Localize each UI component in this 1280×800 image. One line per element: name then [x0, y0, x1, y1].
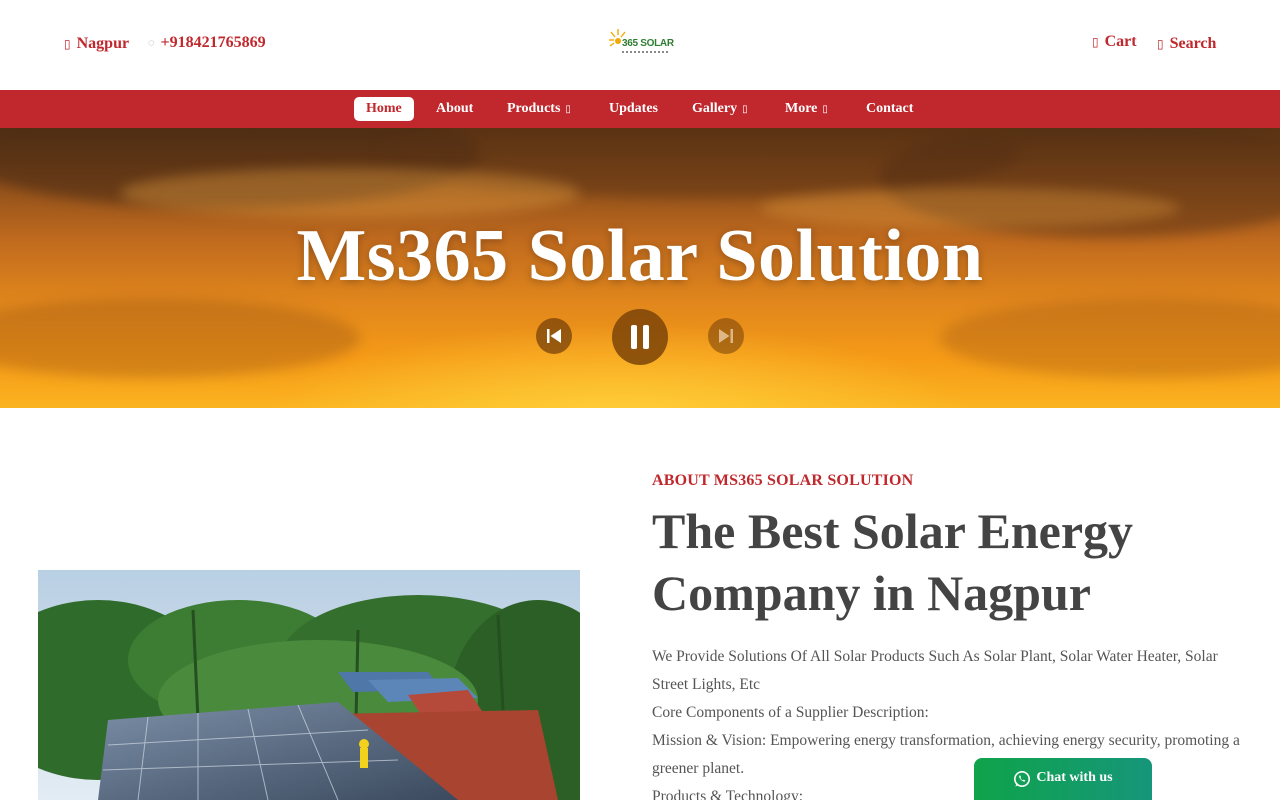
nav-updates[interactable]: Updates: [609, 90, 658, 128]
nav-more[interactable]: More ▯: [785, 90, 828, 128]
nav-more-label: More: [785, 101, 818, 116]
phone-link[interactable]: ◌ +918421765869: [148, 34, 266, 52]
about-heading-line2: Company in Nagpur: [652, 565, 1091, 621]
nav-updates-label: Updates: [609, 101, 659, 116]
nav-about[interactable]: About: [436, 90, 473, 128]
slider-prev-button[interactable]: [536, 318, 572, 354]
hero-slider: Ms365 Solar Solution: [0, 128, 1280, 408]
solar-rooftop-photo: [38, 570, 580, 800]
nav-home-label: Home: [366, 101, 402, 116]
cart-icon: ▯: [1092, 34, 1099, 49]
location-label: Nagpur: [76, 35, 130, 52]
phone-icon: ◌: [148, 37, 155, 49]
site-logo[interactable]: 365 SOLAR: [608, 28, 674, 58]
nav-products[interactable]: Products ▯: [507, 90, 571, 128]
slider-pause-button[interactable]: [612, 309, 668, 365]
logo-wordmark: 365 SOLAR: [622, 38, 674, 49]
location-link[interactable]: ▯ Nagpur: [64, 35, 129, 53]
pause-icon: [631, 325, 649, 349]
search-label: Search: [1169, 35, 1217, 52]
nav-gallery[interactable]: Gallery ▯: [692, 90, 748, 128]
about-heading-line1: The Best Solar Energy: [652, 503, 1134, 559]
phone-number: +918421765869: [160, 34, 266, 51]
hero-title: Ms365 Solar Solution: [296, 215, 984, 297]
chevron-down-icon: ▯: [565, 103, 571, 115]
about-paragraph: We Provide Solutions Of All Solar Produc…: [652, 648, 1218, 693]
about-heading: The Best Solar Energy Company in Nagpur: [652, 500, 1252, 624]
chevron-down-icon: ▯: [742, 103, 748, 115]
search-icon: ▯: [1157, 36, 1164, 51]
hero-cloud: [940, 298, 1280, 378]
about-description: We Provide Solutions Of All Solar Produc…: [652, 643, 1252, 800]
whatsapp-chat-button[interactable]: Chat with us: [974, 758, 1152, 800]
logo-underline: [622, 51, 668, 53]
chat-label: Chat with us: [1036, 770, 1113, 785]
cart-link[interactable]: ▯ Cart: [1092, 33, 1137, 51]
nav-gallery-label: Gallery: [692, 101, 738, 116]
nav-contact-label: Contact: [866, 101, 914, 116]
solar-rooftop-illustration: [38, 570, 580, 800]
skip-previous-icon: [547, 329, 561, 343]
whatsapp-icon: [1014, 771, 1031, 787]
nav-about-label: About: [436, 101, 474, 116]
nav-home[interactable]: Home: [354, 97, 414, 121]
hero-cloud: [120, 168, 580, 218]
skip-next-icon: [719, 329, 733, 343]
chevron-down-icon: ▯: [822, 103, 828, 115]
about-paragraph: Core Components of a Supplier Descriptio…: [652, 704, 929, 721]
cart-label: Cart: [1104, 33, 1137, 50]
about-eyebrow: ABOUT MS365 SOLAR SOLUTION: [652, 472, 914, 489]
about-paragraph: Products & Technology:: [652, 788, 804, 800]
top-header: ▯ Nagpur ◌ +918421765869 365 SOLAR ▯ Car…: [0, 0, 1280, 90]
map-pin-icon: ▯: [64, 36, 71, 51]
main-navigation: Home About Products ▯ Updates Gallery ▯ …: [0, 90, 1280, 128]
search-link[interactable]: ▯ Search: [1157, 35, 1216, 53]
about-paragraph: Mission & Vision: Empowering energy tran…: [652, 732, 1240, 777]
hero-cloud: [0, 298, 360, 378]
slider-next-button[interactable]: [708, 318, 744, 354]
nav-contact[interactable]: Contact: [866, 90, 913, 128]
nav-products-label: Products: [507, 101, 561, 116]
